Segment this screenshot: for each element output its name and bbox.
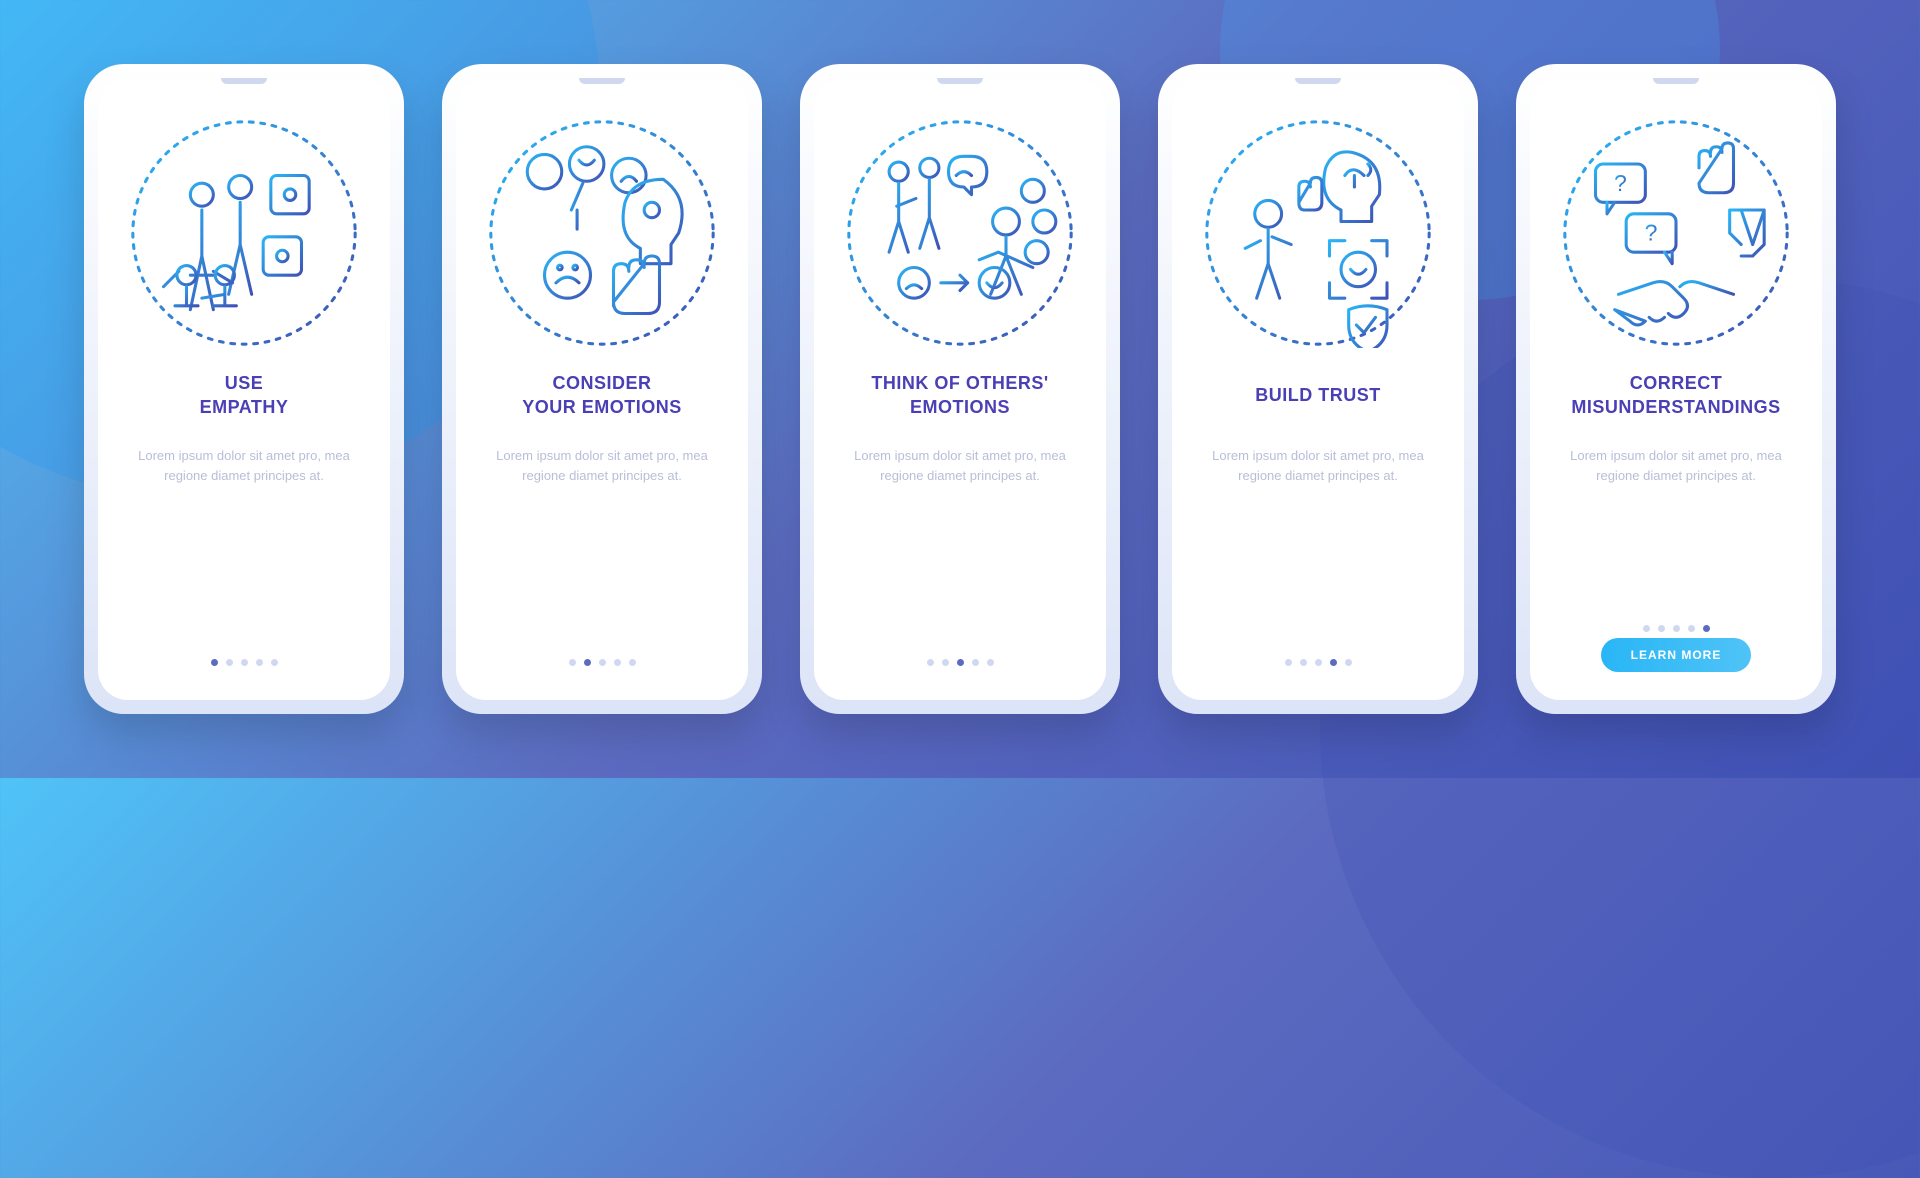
- onboarding-phone: ? ? CORRECT MISUNDERSTANDINGS Lorem ipsu…: [1516, 64, 1836, 714]
- page-dot[interactable]: [629, 659, 636, 666]
- onboarding-screen[interactable]: CONSIDER YOUR EMOTIONS Lorem ipsum dolor…: [456, 78, 748, 700]
- page-dot[interactable]: [942, 659, 949, 666]
- screen-body: Lorem ipsum dolor sit amet pro, mea regi…: [482, 446, 722, 643]
- page-dot[interactable]: [1673, 625, 1680, 632]
- page-dot[interactable]: [1703, 625, 1710, 632]
- learn-more-button[interactable]: LEARN MORE: [1601, 638, 1752, 672]
- screen-title: USE EMPATHY: [200, 366, 289, 424]
- others-emotions-icon: [845, 118, 1075, 348]
- page-dot[interactable]: [1285, 659, 1292, 666]
- correct-misunderstandings-icon: ? ?: [1561, 118, 1791, 348]
- screen-title: BUILD TRUST: [1255, 366, 1381, 424]
- page-dot[interactable]: [569, 659, 576, 666]
- page-indicator: [569, 659, 636, 666]
- phone-notch: [937, 78, 983, 84]
- phone-notch: [579, 78, 625, 84]
- page-indicator: [211, 659, 278, 666]
- phone-notch: [221, 78, 267, 84]
- screen-body: Lorem ipsum dolor sit amet pro, mea regi…: [124, 446, 364, 643]
- use-empathy-icon: [129, 118, 359, 348]
- page-indicator: [1643, 625, 1710, 632]
- phone-notch: [1653, 78, 1699, 84]
- screen-body: Lorem ipsum dolor sit amet pro, mea regi…: [840, 446, 1080, 643]
- page-dot[interactable]: [957, 659, 964, 666]
- page-dot[interactable]: [1330, 659, 1337, 666]
- page-dot[interactable]: [226, 659, 233, 666]
- page-dot[interactable]: [987, 659, 994, 666]
- page-dot[interactable]: [584, 659, 591, 666]
- onboarding-screen[interactable]: BUILD TRUST Lorem ipsum dolor sit amet p…: [1172, 78, 1464, 700]
- screen-body: Lorem ipsum dolor sit amet pro, mea regi…: [1556, 446, 1796, 609]
- page-dot[interactable]: [599, 659, 606, 666]
- screen-title: CONSIDER YOUR EMOTIONS: [522, 366, 682, 424]
- page-dot[interactable]: [1643, 625, 1650, 632]
- onboarding-screen[interactable]: USE EMPATHY Lorem ipsum dolor sit amet p…: [98, 78, 390, 700]
- screen-title: THINK OF OTHERS' EMOTIONS: [871, 366, 1048, 424]
- page-dot[interactable]: [211, 659, 218, 666]
- screen-title: CORRECT MISUNDERSTANDINGS: [1571, 366, 1780, 424]
- onboarding-phone: BUILD TRUST Lorem ipsum dolor sit amet p…: [1158, 64, 1478, 714]
- onboarding-phone: CONSIDER YOUR EMOTIONS Lorem ipsum dolor…: [442, 64, 762, 714]
- onboarding-row: USE EMPATHY Lorem ipsum dolor sit amet p…: [84, 64, 1836, 714]
- svg-text:?: ?: [1645, 220, 1658, 246]
- screen-body: Lorem ipsum dolor sit amet pro, mea regi…: [1198, 446, 1438, 643]
- consider-emotions-icon: [487, 118, 717, 348]
- page-indicator: [927, 659, 994, 666]
- onboarding-phone: USE EMPATHY Lorem ipsum dolor sit amet p…: [84, 64, 404, 714]
- page-dot[interactable]: [1345, 659, 1352, 666]
- page-dot[interactable]: [1300, 659, 1307, 666]
- onboarding-phone: THINK OF OTHERS' EMOTIONS Lorem ipsum do…: [800, 64, 1120, 714]
- page-dot[interactable]: [1315, 659, 1322, 666]
- build-trust-icon: [1203, 118, 1433, 348]
- page-dot[interactable]: [271, 659, 278, 666]
- page-indicator: [1285, 659, 1352, 666]
- phone-notch: [1295, 78, 1341, 84]
- page-dot[interactable]: [972, 659, 979, 666]
- page-dot[interactable]: [241, 659, 248, 666]
- page-dot[interactable]: [256, 659, 263, 666]
- page-dot[interactable]: [614, 659, 621, 666]
- svg-text:?: ?: [1614, 170, 1627, 196]
- onboarding-screen[interactable]: ? ? CORRECT MISUNDERSTANDINGS Lorem ipsu…: [1530, 78, 1822, 700]
- page-dot[interactable]: [1658, 625, 1665, 632]
- page-dot[interactable]: [1688, 625, 1695, 632]
- onboarding-screen[interactable]: THINK OF OTHERS' EMOTIONS Lorem ipsum do…: [814, 78, 1106, 700]
- page-dot[interactable]: [927, 659, 934, 666]
